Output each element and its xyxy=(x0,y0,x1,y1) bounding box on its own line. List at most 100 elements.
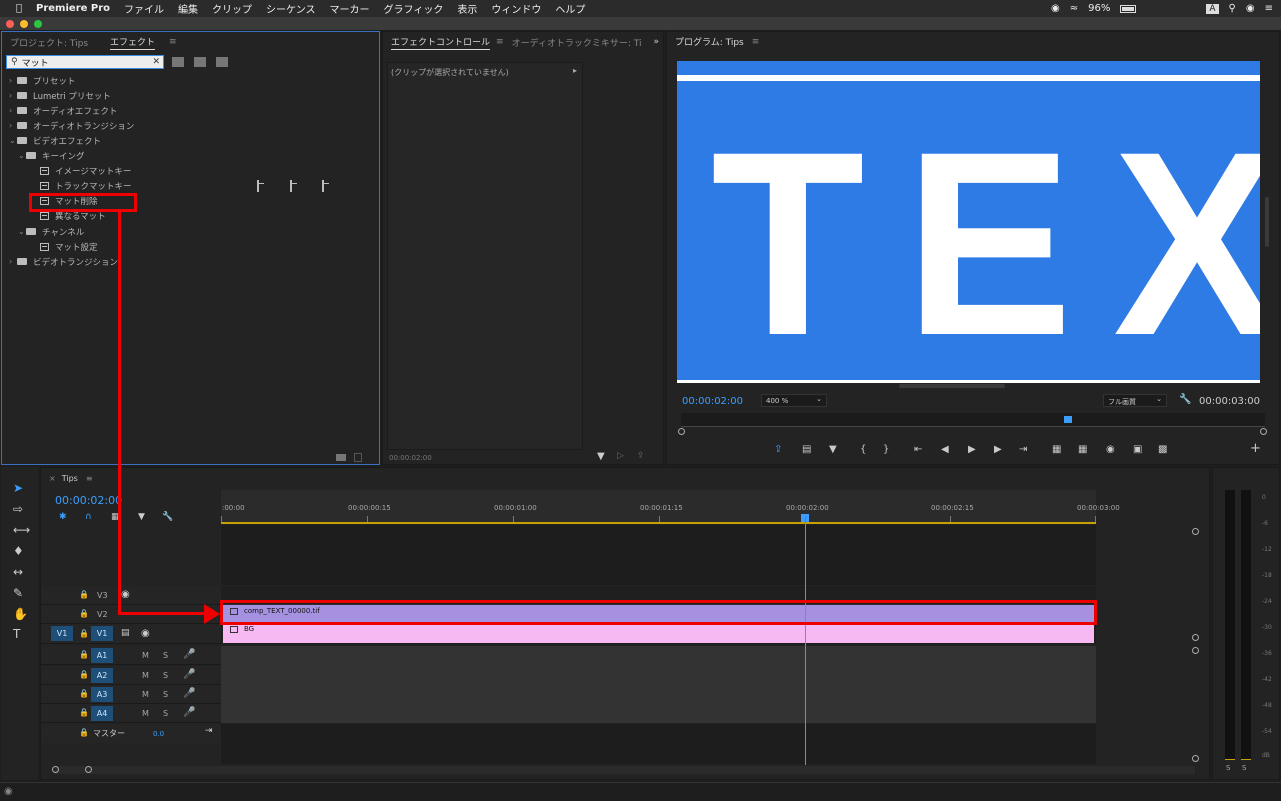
tree-item-lumetri-presets[interactable]: › Lumetri プリセット xyxy=(9,88,111,103)
control-center-icon[interactable]: ≡ xyxy=(1265,3,1273,14)
export-frame-highlight-icon[interactable]: ⇪ xyxy=(774,444,782,455)
timeline-tab[interactable]: × Tips ≡ xyxy=(49,474,93,483)
comparison-view-icon[interactable]: ▣ xyxy=(1133,444,1142,455)
pen-tool-icon[interactable]: ✎ xyxy=(13,586,23,600)
timeline-settings-icon[interactable]: 🔧 xyxy=(162,512,173,522)
quality-select[interactable]: フル画質 ⌄ xyxy=(1103,394,1167,407)
mic-icon[interactable]: 🎤 xyxy=(183,688,195,699)
lock-icon[interactable]: 🔒 xyxy=(79,590,89,599)
effect-controls-timecode[interactable]: 00:00:02:00 xyxy=(389,454,432,462)
record-icon[interactable]: ◉ xyxy=(1051,3,1060,14)
add-marker-icon[interactable]: ▼ xyxy=(829,444,837,455)
more-tabs-icon[interactable]: » xyxy=(653,37,659,47)
program-frame[interactable]: TEX xyxy=(677,61,1260,383)
tree-item-video-effects[interactable]: ⌄ ビデオエフェクト xyxy=(9,133,101,148)
selection-tool-icon[interactable]: ➤ xyxy=(13,481,23,495)
32bit-filter-icon[interactable] xyxy=(194,57,206,67)
delete-icon[interactable] xyxy=(354,453,362,462)
clip-bg[interactable]: BG xyxy=(223,625,1094,643)
play-icon[interactable]: ▶ xyxy=(968,444,976,455)
menu-file[interactable]: ファイル xyxy=(124,1,164,16)
playhead-marker[interactable] xyxy=(1064,416,1072,423)
tab-audio-track-mixer[interactable]: オーディオトラックミキサー: Ti xyxy=(512,36,642,49)
tree-item-channel[interactable]: ⌄ チャンネル xyxy=(18,224,84,239)
mute-button[interactable]: M xyxy=(142,690,149,699)
input-source-badge[interactable]: A xyxy=(1206,3,1219,14)
add-button-icon[interactable]: + xyxy=(1250,441,1261,456)
export-icon[interactable]: ⇪ xyxy=(637,451,645,461)
accelerated-filter-icon[interactable] xyxy=(172,57,184,67)
lock-icon[interactable]: 🔒 xyxy=(79,670,89,679)
solo-button[interactable]: S xyxy=(163,709,168,718)
track-target-a4[interactable]: A4 xyxy=(91,706,113,721)
menu-sequence[interactable]: シーケンス xyxy=(266,1,316,16)
siri-icon[interactable]: ◉ xyxy=(1246,3,1255,14)
in-point-handle[interactable] xyxy=(678,428,685,435)
panel-menu-icon[interactable]: ≡ xyxy=(86,474,93,483)
app-menu[interactable]: Premiere Pro xyxy=(36,3,110,14)
minimize-window-button[interactable] xyxy=(20,20,28,28)
solo-button[interactable]: S xyxy=(163,690,168,699)
step-forward-icon[interactable]: ▶ xyxy=(994,444,1002,455)
lock-icon[interactable]: 🔒 xyxy=(79,650,89,659)
lock-icon[interactable]: 🔒 xyxy=(79,708,89,717)
zoom-left-handle[interactable] xyxy=(52,766,59,773)
vertical-scroll-audio-handle[interactable] xyxy=(1192,647,1199,654)
track-audio-area[interactable] xyxy=(221,646,1096,723)
menu-clip[interactable]: クリップ xyxy=(212,1,252,16)
mark-out-icon[interactable]: } xyxy=(883,444,889,455)
zoom-right-handle[interactable] xyxy=(85,766,92,773)
program-timecode[interactable]: 00:00:02:00 xyxy=(682,396,743,407)
battery-icon[interactable] xyxy=(1120,4,1137,13)
tab-effect-controls[interactable]: エフェクトコントロール xyxy=(391,35,491,50)
track-target-a1[interactable]: A1 xyxy=(91,648,113,663)
track-select-tool-icon[interactable]: ⇨ xyxy=(13,502,23,516)
solo-right-button[interactable]: S xyxy=(1242,764,1246,772)
camera-icon[interactable]: ◉ xyxy=(1106,444,1115,455)
tree-item-set-matte[interactable]: マット設定 xyxy=(40,239,98,254)
razor-tool-icon[interactable]: ♦ xyxy=(13,544,24,558)
lock-icon[interactable]: 🔒 xyxy=(79,689,89,698)
lock-icon[interactable]: 🔒 xyxy=(79,609,89,618)
solo-button[interactable]: S xyxy=(163,671,168,680)
track-target-a3[interactable]: A3 xyxy=(91,687,113,702)
apple-icon[interactable]:  xyxy=(16,3,22,14)
lock-icon[interactable]: 🔒 xyxy=(79,629,89,638)
source-patch-v1[interactable]: V1 xyxy=(51,626,73,641)
wrench-icon[interactable]: 🔧 xyxy=(1179,394,1191,405)
vertical-scroll-bottom-handle[interactable] xyxy=(1192,755,1199,762)
tree-item-image-matte-key[interactable]: イメージマットキー xyxy=(40,163,131,178)
tree-item-track-matte-key[interactable]: トラックマットキー xyxy=(40,178,132,193)
filter-icon[interactable]: ▼ xyxy=(597,451,605,462)
panel-menu-icon[interactable]: ≡ xyxy=(169,37,177,47)
go-to-end-icon[interactable]: ⇥ xyxy=(205,726,213,736)
hand-tool-icon[interactable]: ✋ xyxy=(13,607,28,621)
sync-lock-icon[interactable]: ▤ xyxy=(121,628,130,638)
snap-icon[interactable]: ∩ xyxy=(85,512,92,522)
status-icon[interactable]: ◉ xyxy=(4,786,13,797)
monitor-scrollbar[interactable] xyxy=(899,384,1005,388)
play-triangle-icon[interactable]: ▸ xyxy=(573,66,577,75)
track-target-a2[interactable]: A2 xyxy=(91,668,113,683)
timeline-marker-icon[interactable]: ▼ xyxy=(138,512,145,522)
track-target-v1[interactable]: V1 xyxy=(91,626,113,641)
new-folder-icon[interactable] xyxy=(336,454,346,461)
mute-button[interactable]: M xyxy=(142,709,149,718)
monitor-right-scrollbar[interactable] xyxy=(1265,197,1269,247)
step-back-icon[interactable]: ◀ xyxy=(941,444,949,455)
lock-icon[interactable]: 🔒 xyxy=(79,728,89,737)
menu-edit[interactable]: 編集 xyxy=(178,1,198,16)
zoom-window-button[interactable] xyxy=(34,20,42,28)
go-to-in-icon[interactable]: ⇤ xyxy=(914,444,922,455)
wifi-icon[interactable]: ≈ xyxy=(1070,3,1078,14)
tab-effects[interactable]: エフェクト xyxy=(110,35,156,50)
ripple-edit-tool-icon[interactable]: ⟷ xyxy=(13,523,30,537)
tab-project[interactable]: プロジェクト: Tips xyxy=(10,36,88,49)
menu-graphics[interactable]: グラフィック xyxy=(384,1,444,16)
horizontal-scrollbar[interactable] xyxy=(55,766,1195,774)
mark-in-icon[interactable]: { xyxy=(860,444,866,455)
marker-list-icon[interactable]: ▤ xyxy=(802,444,811,455)
mic-icon[interactable]: 🎤 xyxy=(183,649,195,660)
mic-icon[interactable]: 🎤 xyxy=(183,669,195,680)
tree-item-audio-transitions[interactable]: › オーディオトランジション xyxy=(9,118,134,133)
